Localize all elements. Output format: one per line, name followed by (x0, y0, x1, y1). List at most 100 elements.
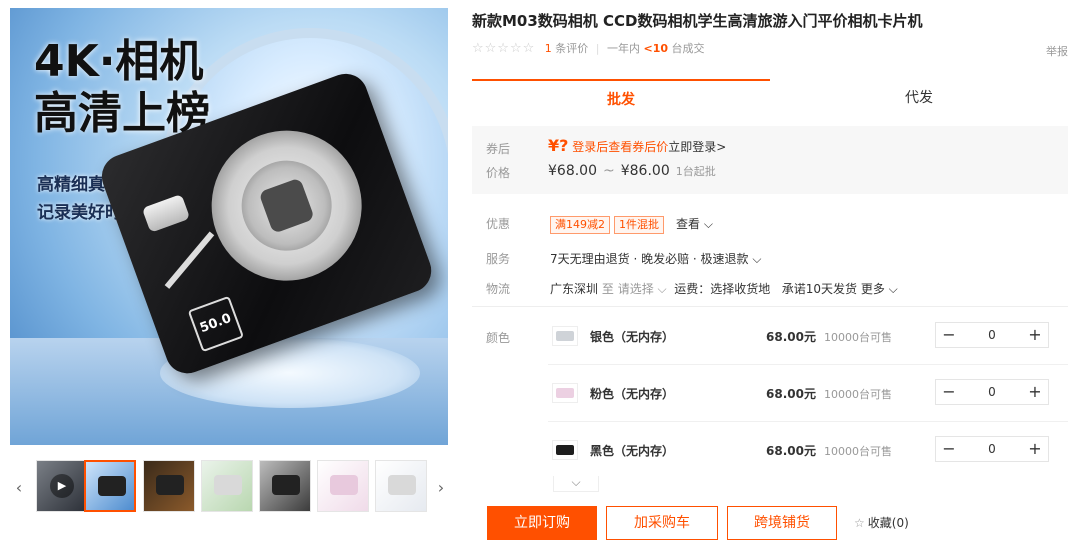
logistics-label: 物流 (486, 282, 511, 296)
sold-label: 台成交 (671, 42, 705, 55)
sku-row: 粉色（无内存） 68.00元 10000台可售 − 0 + (548, 366, 1068, 422)
ship-from: 广东深圳 (550, 282, 599, 296)
thumbnail-4[interactable] (259, 460, 311, 512)
report-link[interactable]: 举报 (1046, 43, 1068, 59)
coupon-login-hint[interactable]: 登录后查看券后价 (572, 140, 668, 154)
sold-count: <10 (643, 42, 669, 55)
price-high: ¥86.00 (620, 163, 670, 179)
promo-label: 优惠 (486, 217, 511, 231)
freight-text[interactable]: 运费：选择收货地 (674, 282, 770, 296)
sku-stock: 10000台可售 (824, 445, 892, 458)
row-divider (548, 421, 1068, 422)
sku-camera-image (556, 331, 574, 341)
ship-to-label: 至 (601, 282, 614, 296)
color-label: 颜色 (486, 331, 511, 345)
plus-button[interactable]: + (1022, 437, 1048, 461)
sku-row: 黑色（无内存） 68.00元 10000台可售 − 0 + (548, 423, 1068, 479)
thumbnail-camera-image (98, 476, 126, 496)
quantity-stepper: − 0 + (935, 322, 1049, 348)
price-panel: 券后 ¥? 登录后查看券后价立即登录> 价格 ¥68.00 ~ ¥86.00 1台起批 (472, 126, 1068, 194)
favorite-button[interactable]: ☆ 收藏(0) (854, 514, 909, 531)
product-meta-row: ☆☆☆☆☆ 1 条评价 | 一年内 <10 台成交 举报 (472, 40, 1068, 58)
sku-thumbnail[interactable] (552, 326, 578, 346)
sku-camera-image (556, 388, 574, 398)
thumbnail-camera-image (214, 475, 242, 495)
sku-stock: 10000台可售 (824, 331, 892, 344)
thumbnail-camera-image (388, 475, 416, 495)
thumbnail-strip: ‹ ▶ › (10, 458, 448, 520)
section-divider (472, 306, 1068, 307)
row-divider (548, 364, 1068, 365)
quantity-input[interactable]: 0 (962, 380, 1022, 404)
minus-button[interactable]: − (936, 437, 962, 461)
review-label[interactable]: 条评价 (555, 42, 588, 55)
quantity-stepper: − 0 + (935, 379, 1049, 405)
min-order-qty: 1台起批 (675, 165, 716, 178)
tab-dropship[interactable]: 代发 (770, 79, 1068, 117)
sku-thumbnail[interactable] (552, 440, 578, 460)
main-product-image[interactable]: 4K·相机 高清上榜 高精细真实质感 记录美好时光 50.0 (10, 8, 448, 445)
price-low: ¥68.00 (548, 163, 597, 179)
quantity-input[interactable]: 0 (962, 323, 1022, 347)
thumbnail-3[interactable] (201, 460, 253, 512)
order-now-button[interactable]: 立即订购 (487, 506, 597, 540)
add-to-cart-button[interactable]: 加采购车 (606, 506, 718, 540)
service-label: 服务 (486, 252, 511, 266)
price-range: ¥68.00 ~ ¥86.00 1台起批 (548, 163, 716, 179)
login-link[interactable]: 立即登录> (668, 140, 726, 154)
price-tilde: ~ (603, 163, 615, 179)
thumbnail-1[interactable] (84, 460, 136, 512)
price-label: 价格 (486, 166, 511, 180)
logistics-values: 广东深圳 至 请选择 ⌵ 运费：选择收货地 承诺10天发货 更多 ⌵ (550, 280, 898, 297)
image-headline: 4K·相机 高清上榜 (34, 36, 210, 140)
sales-period: 一年内 (607, 42, 640, 55)
promo-tag-mixed: 1件混批 (614, 216, 664, 234)
thumbnail-2[interactable] (143, 460, 195, 512)
quantity-stepper: − 0 + (935, 436, 1049, 462)
thumbnail-camera-image (330, 475, 358, 495)
coupon-price: ¥? 登录后查看券后价立即登录> (548, 136, 726, 155)
logistics-more[interactable]: 更多 ⌵ (861, 282, 898, 296)
minus-button[interactable]: − (936, 323, 962, 347)
sku-name: 银色（无内存） (590, 330, 675, 344)
service-text[interactable]: 7天无理由退货 · 晚发必赔 · 极速退款 ⌵ (550, 250, 761, 267)
favorite-label: 收藏(0) (867, 516, 909, 530)
chevron-right-icon[interactable]: › (434, 478, 448, 497)
minus-button[interactable]: − (936, 380, 962, 404)
destination-select[interactable]: 请选择 ⌵ (618, 282, 667, 296)
sku-price: 68.00元 (766, 387, 816, 401)
promo-tag-discount: 满149减2 (550, 216, 610, 234)
thumbnail-5[interactable] (317, 460, 369, 512)
product-title: 新款M03数码相机 CCD数码相机学生高清旅游入门平价相机卡片机 (472, 12, 923, 30)
review-count[interactable]: 1 (545, 42, 552, 55)
thumbnail-camera-image (272, 475, 300, 495)
thumbnail-video[interactable]: ▶ (36, 460, 88, 512)
rating-stars-icon: ☆☆☆☆☆ (472, 41, 536, 56)
sku-row: 银色（无内存） 68.00元 10000台可售 − 0 + (548, 309, 1068, 365)
sku-thumbnail[interactable] (552, 383, 578, 403)
plus-button[interactable]: + (1022, 323, 1048, 347)
chevron-down-icon[interactable]: ⌵ (553, 476, 599, 492)
quantity-input[interactable]: 0 (962, 437, 1022, 461)
chevron-left-icon[interactable]: ‹ (12, 478, 26, 497)
headline-line-1: 4K·相机 (34, 36, 204, 87)
meta-separator: | (595, 42, 600, 55)
cross-border-button[interactable]: 跨境铺货 (727, 506, 837, 540)
tab-wholesale[interactable]: 批发 (472, 79, 770, 117)
sku-name: 粉色（无内存） (590, 387, 675, 401)
promo-see-link[interactable]: 查看 ⌵ (676, 217, 713, 231)
promo-values: 满149减2 1件混批 查看 ⌵ (550, 215, 713, 234)
sku-camera-image (556, 445, 574, 455)
sku-stock: 10000台可售 (824, 388, 892, 401)
sku-name: 黑色（无内存） (590, 444, 675, 458)
thumbnail-camera-image (156, 475, 184, 495)
plus-button[interactable]: + (1022, 380, 1048, 404)
thumbnail-6[interactable] (375, 460, 427, 512)
coupon-label: 券后 (486, 142, 511, 156)
sku-price: 68.00元 (766, 444, 816, 458)
play-icon: ▶ (50, 474, 74, 498)
sku-price: 68.00元 (766, 330, 816, 344)
coupon-price-hidden: ¥? (548, 136, 569, 155)
ship-promise: 承诺10天发货 (781, 282, 857, 296)
purchase-mode-tabs: 批发 代发 (472, 79, 1068, 117)
